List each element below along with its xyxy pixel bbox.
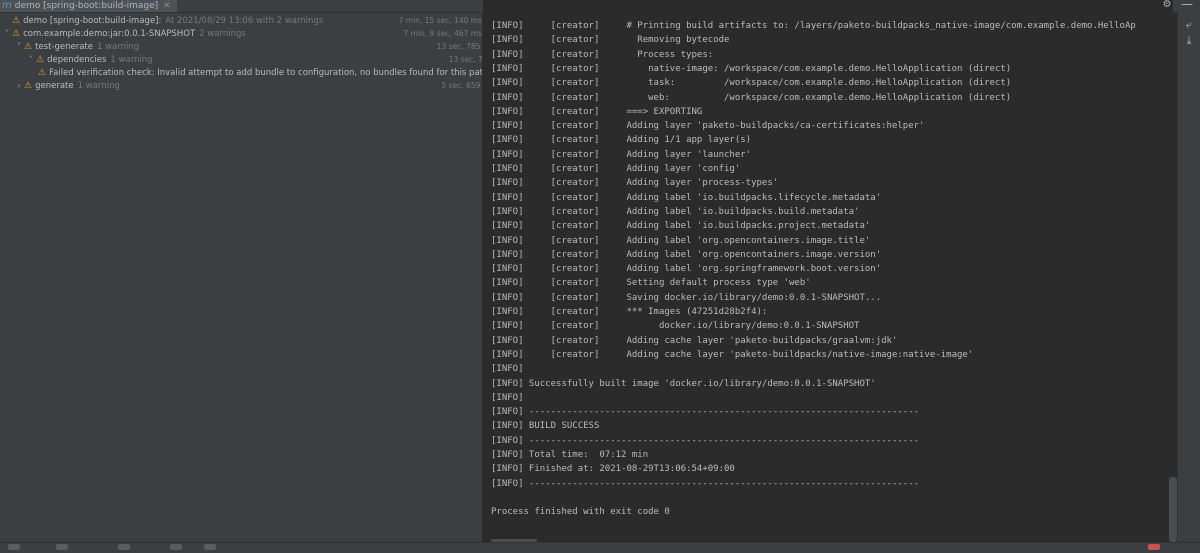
tree-row[interactable]: ⚠ demo [spring-boot:build-image]: At 2021/… [0,14,482,27]
vertical-scrollbar[interactable] [1169,477,1177,542]
console-line: [INFO] [creator] Adding label 'io.buildp… [491,221,871,232]
tree-row[interactable]: ˅⚠test-generate1 warning 13 sec, 785 ms [0,40,482,53]
console-line: [INFO] [creator] Adding label 'org.openc… [491,235,871,246]
tree-row-duration: 7 min, 15 sec, 140 ms [394,16,482,25]
console-line: [INFO] BUILD SUCCESS [491,421,600,432]
chevron-icon[interactable]: ˅ [26,55,36,64]
warning-icon: ⚠ [38,67,47,78]
scroll-to-end-icon[interactable]: ⤓ [1182,34,1196,48]
event-log-badge[interactable] [1148,544,1160,550]
tree-row-summary: 1 warning [96,41,140,52]
tree-row-duration: 5 sec, 659 ms [437,81,482,90]
console-line: [INFO] [creator] *** Images (47251d28b2f… [491,307,768,317]
close-icon[interactable]: ✕ [163,0,171,12]
tree-row-summary: 1 warning [77,80,120,91]
console-line: [INFO] [creator] Adding cache layer 'pak… [491,349,974,360]
tree-row[interactable]: ⚠ Failed verification check: Invalid atte… [0,66,483,79]
run-tab[interactable]: m demo [spring-boot:build-image] ✕ [0,0,177,12]
status-item[interactable] [204,544,216,550]
console-line: [INFO] ---------------------------------… [491,435,920,446]
console-line: [INFO] [creator] Adding layer 'launcher' [491,149,752,160]
status-item[interactable] [56,544,68,550]
console-line: [INFO] [creator] Setting default process… [491,278,811,289]
console-line: [INFO] [creator] Adding label 'org.openc… [491,249,882,260]
warning-icon: ⚠ [36,54,45,65]
build-tree: ⚠ demo [spring-boot:build-image]: At 2021/… [0,13,483,542]
tree-row-label: Failed verification check: Invalid attem… [49,67,483,78]
console-line: [INFO] [creator] docker.io/library/demo:… [491,321,860,332]
warning-icon: ⚠ [12,15,21,26]
chevron-icon[interactable]: › [14,81,24,90]
warning-icon: ⚠ [24,41,33,52]
tree-row-summary: At 2021/08/29 13:06 with 2 warnings [165,15,324,26]
console-line: [INFO] [creator] Adding label 'io.buildp… [491,192,882,203]
warning-icon: ⚠ [12,28,21,39]
chevron-icon[interactable]: ˅ [14,42,24,51]
console-output[interactable]: [INFO] [creator] # Printing build artifa… [483,0,1173,542]
run-tab-label: demo [spring-boot:build-image] [14,1,159,11]
console-line: [INFO] [creator] Adding layer 'config' [491,164,741,174]
console-line: [INFO] Successfully built image 'docker.… [491,378,876,389]
console-line: Process finished with exit code 0 [491,507,670,518]
console-line: [INFO] [creator] Saving docker.io/librar… [491,292,882,303]
console-line: [INFO] [creator] ===> EXPORTING [491,106,703,117]
console-line: [INFO] [creator] # Printing build artifa… [491,21,1136,31]
tree-row-summary: 1 warning [110,54,153,65]
console-line: [INFO] [creator] native-image: /workspac… [491,63,1012,74]
soft-wrap-icon[interactable]: ⤶ [1182,18,1196,32]
status-item[interactable] [170,544,182,550]
tree-row-label: test-generate [35,41,93,52]
console-line: [INFO] Total time: 07:12 min [491,450,649,460]
tree-row-label: dependencies [47,54,107,65]
tree-row-duration: 13 sec, 775 ms [444,55,482,64]
console-line: [INFO] [creator] web: /workspace/com.exa… [491,92,1012,103]
tree-row-label: demo [spring-boot:build-image]: [23,15,162,26]
console-line: [INFO] ---------------------------------… [491,478,920,489]
console-line: [INFO] [creator] Adding cache layer 'pak… [491,335,898,346]
console-line: [INFO] [creator] Adding layer 'process-t… [491,178,779,189]
status-item[interactable] [118,544,130,550]
tree-row-label: com.example:demo:jar:0.0.1-SNAPSHOT [23,28,196,39]
tree-row-summary: 2 warnings [199,28,246,39]
console-line: [INFO] [creator] Adding 1/1 app layer(s) [491,135,752,146]
tree-row[interactable]: ˅ ⚠ com.example:demo:jar:0.0.1-SNAPSHOT 2 w… [0,27,482,40]
console-line: [INFO] Finished at: 2021-08-29T13:06:54+… [491,464,735,475]
tree-row-label: generate [35,80,74,91]
console-line: [INFO] [creator] Process types: [491,49,714,60]
minimize-icon[interactable]: — [1180,0,1194,11]
tree-row[interactable]: ›⚠generate1 warning 5 sec, 659 ms [0,79,482,92]
console-line: [INFO] [creator] Adding label 'org.sprin… [491,264,882,275]
console-line: [INFO] [creator] Adding layer 'paketo-bu… [491,121,925,132]
tree-row-duration: 13 sec, 785 ms [432,42,482,51]
tree-row-duration: 7 min, 9 sec, 467 ms [399,29,482,38]
console-line: [INFO] [creator] task: /workspace/com.ex… [491,78,1012,89]
warning-icon: ⚠ [24,80,33,91]
console-line: [INFO] ---------------------------------… [491,407,920,418]
chevron-icon[interactable]: ˅ [2,29,12,38]
maven-icon: m [2,0,12,11]
gear-icon[interactable]: ⚙ [1160,0,1174,10]
status-bar [0,542,1200,553]
console-line: [INFO] [creator] Removing bytecode [491,35,730,46]
status-item[interactable] [8,544,20,550]
console-line: [INFO] [491,364,524,375]
tree-row[interactable]: ˅⚠dependencies1 warning 13 sec, 775 ms [0,53,482,66]
console-line: [INFO] [creator] Adding label 'io.buildp… [491,206,860,217]
console-line: [INFO] [491,392,524,403]
console-toolbar: ⤶ ⤓ [1177,12,1200,542]
